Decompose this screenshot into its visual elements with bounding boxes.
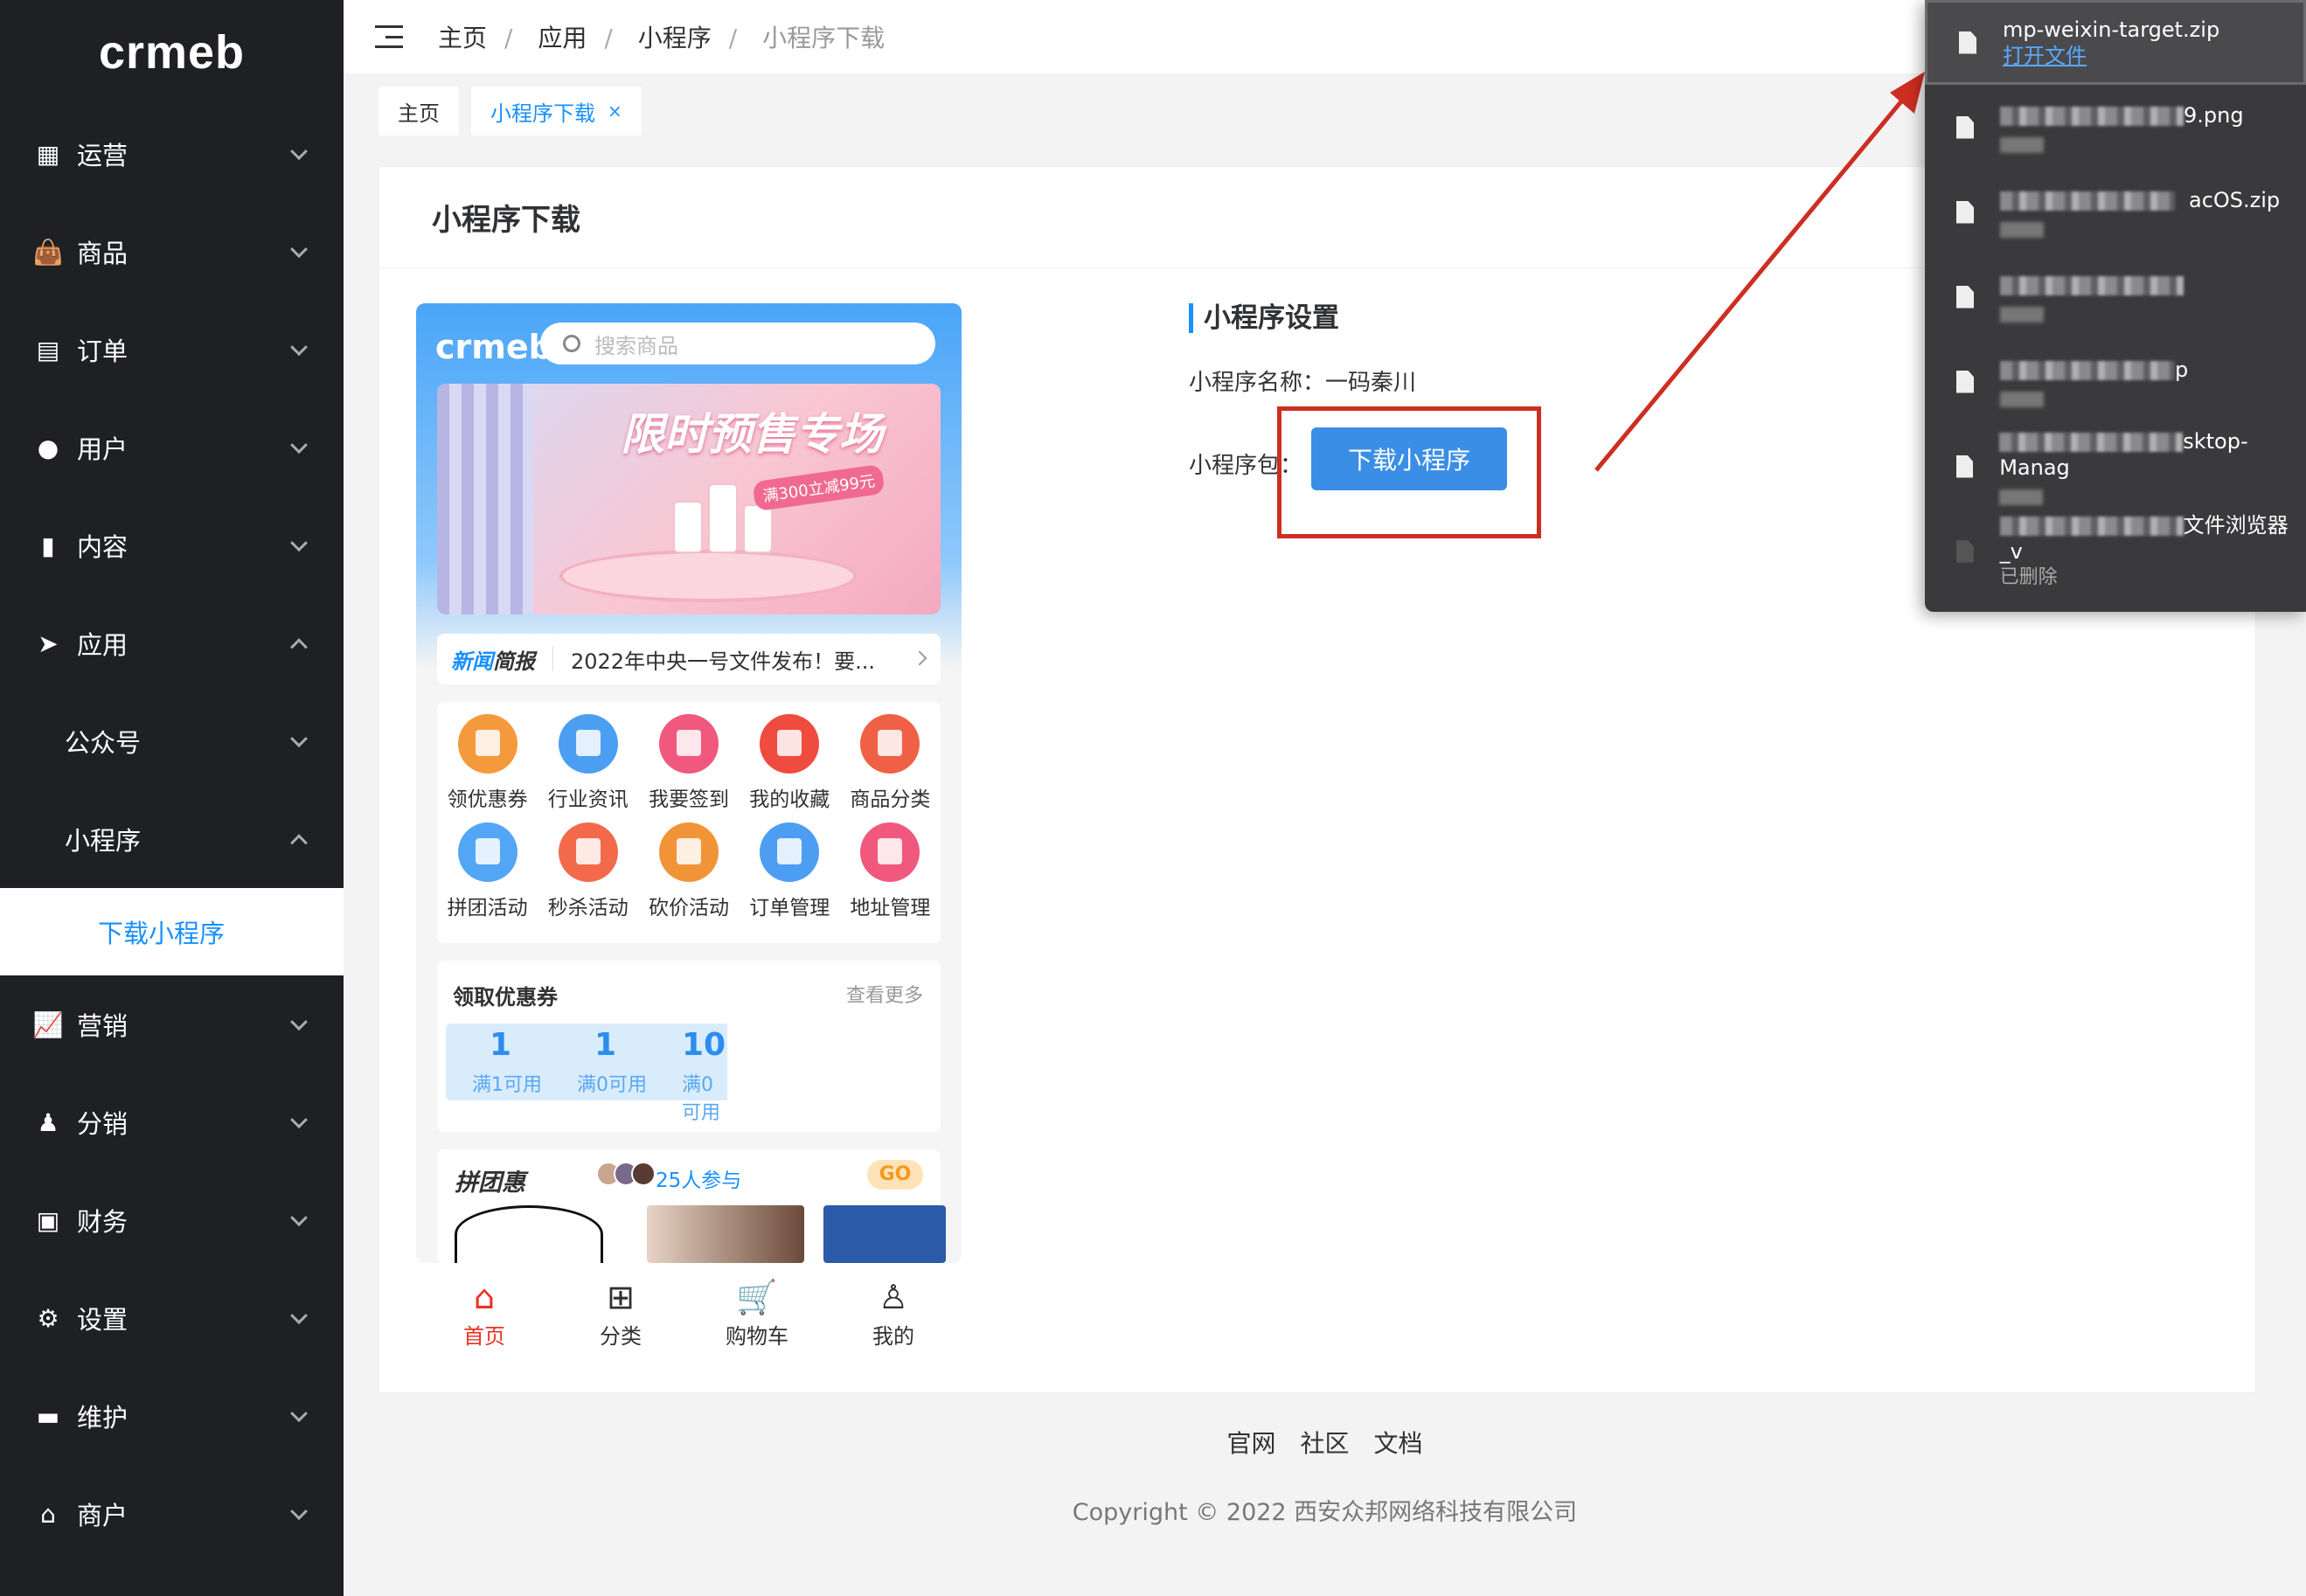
- download-item[interactable]: 文件浏览器_v 已删除: [1925, 509, 2306, 593]
- download-filename: 9.png: [2184, 102, 2244, 128]
- download-item[interactable]: sktop-Manag: [1925, 424, 2306, 509]
- download-item[interactable]: acOS.zip: [1925, 170, 2306, 254]
- download-item[interactable]: 9.png: [1925, 85, 2306, 170]
- download-status: 已删除: [1999, 566, 2058, 588]
- file-icon: [1956, 200, 1974, 224]
- open-file-link[interactable]: 打开文件: [2003, 43, 2219, 69]
- apk-file-icon: [1956, 539, 1974, 563]
- download-item[interactable]: [1925, 254, 2306, 339]
- download-filename: mp-weixin-target.zip: [2003, 17, 2220, 42]
- download-item[interactable]: p: [1925, 339, 2306, 424]
- file-icon: [1956, 455, 1974, 478]
- file-icon: [1956, 285, 1974, 309]
- file-icon: [1959, 31, 1976, 54]
- browser-downloads-panel: mp-weixin-target.zip 打开文件 9.png acOS.zip …: [1925, 0, 2306, 612]
- download-item[interactable]: mp-weixin-target.zip 打开文件: [1925, 0, 2306, 85]
- file-icon: [1956, 370, 1974, 393]
- download-filename: acOS.zip: [2189, 187, 2281, 212]
- file-icon: [1956, 115, 1974, 139]
- download-filename: p: [2175, 357, 2189, 382]
